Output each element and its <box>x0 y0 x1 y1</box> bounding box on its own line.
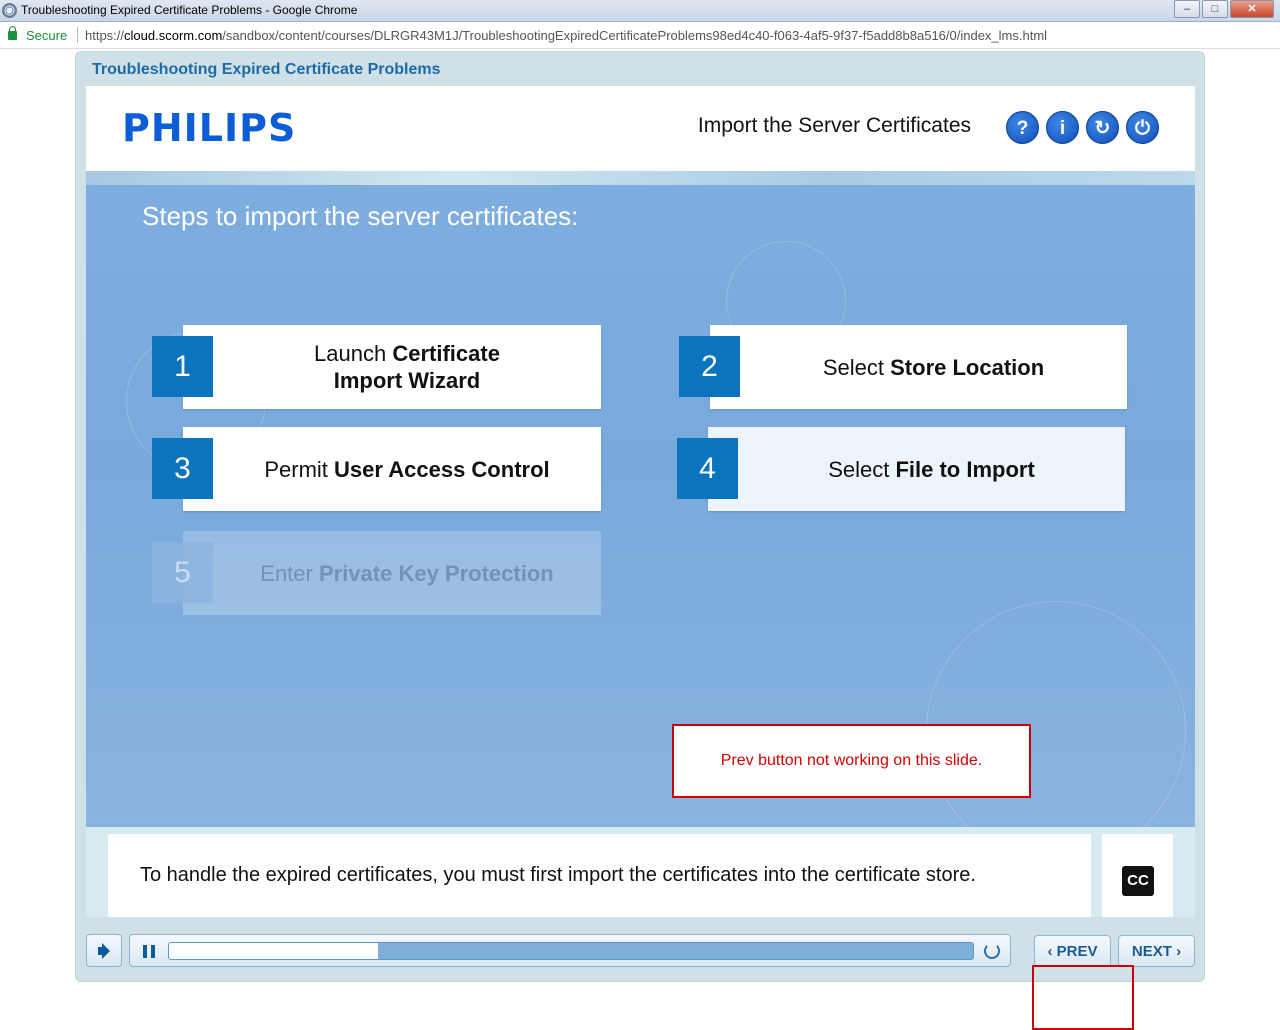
step-label-bold: File to Import <box>895 456 1035 482</box>
info-icon[interactable]: i <box>1046 111 1079 144</box>
philips-logo: PHILIPS <box>122 106 297 150</box>
next-button[interactable]: NEXT › <box>1118 935 1195 967</box>
address-bar[interactable]: Secure https://cloud.scorm.com/sandbox/c… <box>0 23 1280 49</box>
step-number: 2 <box>679 336 740 397</box>
progress-fill <box>169 943 379 959</box>
step-label-pre: Select <box>822 354 891 380</box>
step-label-pre: Launch <box>314 341 393 366</box>
chevron-right-icon: › <box>1176 943 1182 960</box>
prev-label: PREV <box>1056 943 1098 960</box>
step-2-card[interactable]: 2 Select Store Location <box>679 325 1127 409</box>
step-label: Launch Certificate Import Wizard <box>213 325 601 409</box>
url-text[interactable]: https://cloud.scorm.com/sandbox/content/… <box>85 28 1047 43</box>
minimize-button[interactable]: – <box>1174 0 1200 18</box>
cc-panel: CC <box>1102 834 1173 917</box>
prev-highlight-box <box>1032 965 1134 1030</box>
step-label: Select File to Import <box>738 427 1125 511</box>
step-label-bold: Private Key Protection <box>318 560 554 586</box>
step-label: Permit User Access Control <box>213 427 601 511</box>
step-label-pre: Permit <box>264 456 335 482</box>
rewind-icon[interactable] <box>984 943 1000 959</box>
step-label: Enter Private Key Protection <box>213 531 601 615</box>
address-separator <box>77 27 78 43</box>
window-controls: – □ ✕ <box>1172 0 1274 18</box>
step-number: 5 <box>152 542 213 603</box>
pause-icon[interactable] <box>143 945 155 958</box>
seek-bar-container <box>129 934 1011 967</box>
caption-text: To handle the expired certificates, you … <box>108 834 1091 917</box>
url-path: /sandbox/content/courses/DLRGR43M1J/Trou… <box>222 28 1048 43</box>
slide-stage: Steps to import the server certificates:… <box>86 171 1195 827</box>
speaker-icon <box>98 947 104 955</box>
step-number: 1 <box>152 336 213 397</box>
lock-icon <box>8 26 17 40</box>
maximize-button[interactable]: □ <box>1202 0 1228 18</box>
step-label-pre: Enter <box>260 560 319 586</box>
step-label-bold: Store Location <box>890 354 1045 380</box>
step-number: 3 <box>152 438 213 499</box>
course-player: Troubleshooting Expired Certificate Prob… <box>75 51 1205 1030</box>
chevron-left-icon: ‹ <box>1047 943 1053 960</box>
step-5-card: 5 Enter Private Key Protection <box>152 531 601 615</box>
next-label: NEXT <box>1131 943 1172 960</box>
header-band <box>86 171 1195 185</box>
progress-track[interactable] <box>168 942 974 960</box>
annotation-note: Prev button not working on this slide. <box>672 724 1031 798</box>
window-title: Troubleshooting Expired Certificate Prob… <box>21 3 358 17</box>
help-icon[interactable]: ? <box>1006 111 1039 144</box>
step-3-card[interactable]: 3 Permit User Access Control <box>152 427 601 511</box>
step-label: Select Store Location <box>740 325 1127 409</box>
header-buttons: ? i ↻ ⏻ <box>999 111 1159 144</box>
browser-title-bar: Troubleshooting Expired Certificate Prob… <box>0 0 1280 22</box>
steps-heading: Steps to import the server certificates: <box>142 201 579 231</box>
step-4-card[interactable]: 4 Select File to Import <box>677 427 1125 511</box>
url-host: cloud.scorm.com <box>124 28 223 43</box>
slide-header: PHILIPS Import the Server Certificates ?… <box>86 86 1195 171</box>
playback-controls: ‹ PREV NEXT › <box>86 918 1195 1030</box>
course-title: Troubleshooting Expired Certificate Prob… <box>92 61 441 78</box>
step-label-bold: Certificate <box>392 341 500 366</box>
slide-title: Import the Server Certificates <box>697 114 971 137</box>
power-icon[interactable]: ⏻ <box>1126 111 1159 144</box>
secure-label[interactable]: Secure <box>26 28 67 43</box>
step-number: 4 <box>677 438 738 499</box>
step-label-bold: User Access Control <box>334 456 550 482</box>
url-scheme: https:// <box>85 28 125 43</box>
closed-caption-button[interactable]: CC <box>1122 866 1154 896</box>
step-label-line2: Import Wizard <box>333 368 481 393</box>
volume-button[interactable] <box>86 934 122 967</box>
step-1-card[interactable]: 1 Launch Certificate Import Wizard <box>152 325 601 409</box>
chrome-icon <box>2 3 17 18</box>
replay-icon[interactable]: ↻ <box>1086 111 1119 144</box>
prev-button[interactable]: ‹ PREV <box>1034 935 1111 967</box>
close-button[interactable]: ✕ <box>1230 0 1274 18</box>
caption-area: To handle the expired certificates, you … <box>86 827 1195 917</box>
step-label-pre: Select <box>828 456 896 482</box>
